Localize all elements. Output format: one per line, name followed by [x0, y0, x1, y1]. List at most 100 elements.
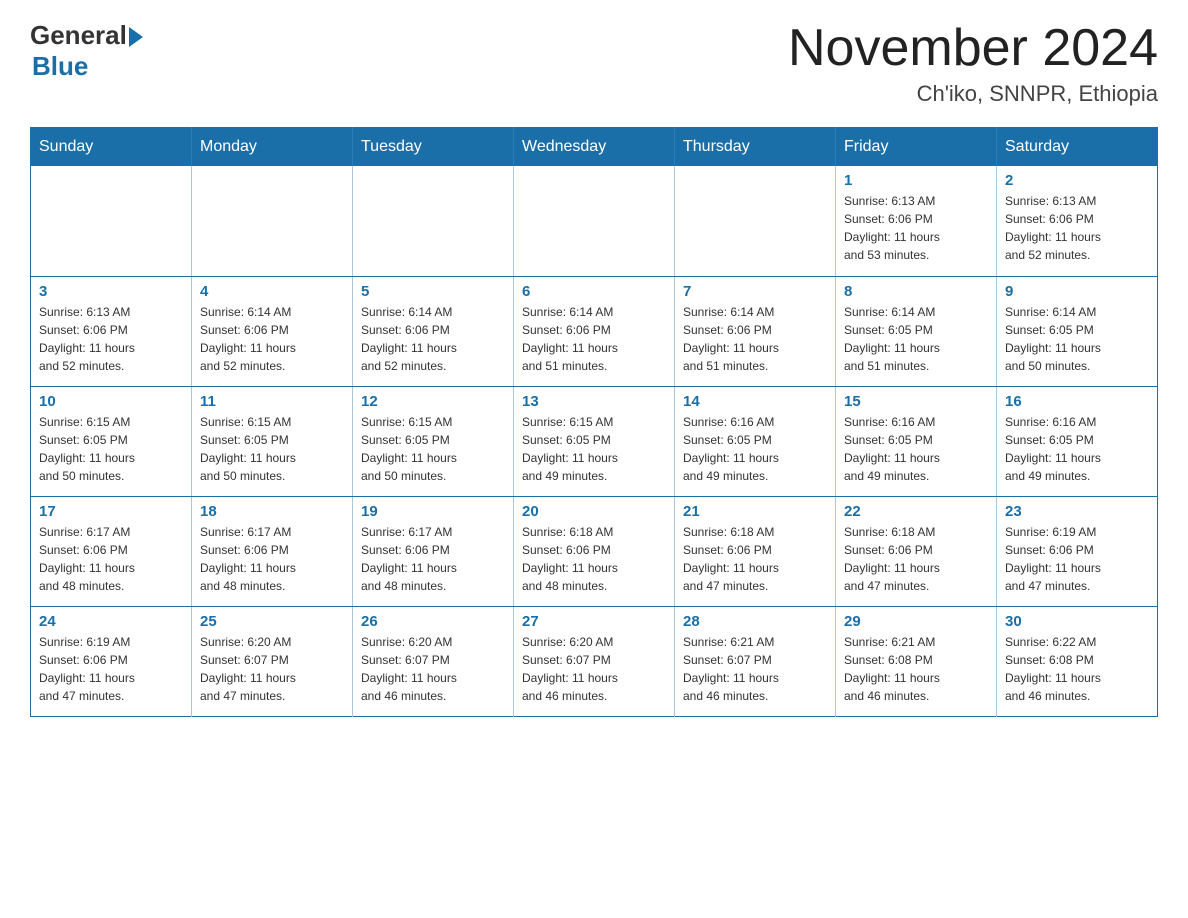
day-number: 24 [39, 613, 183, 630]
day-number: 7 [683, 283, 827, 300]
day-number: 27 [522, 613, 666, 630]
logo-arrow-icon [129, 27, 143, 47]
day-info: Sunrise: 6:21 AMSunset: 6:08 PMDaylight:… [844, 633, 988, 705]
day-number: 4 [200, 283, 344, 300]
table-row: 30 Sunrise: 6:22 AMSunset: 6:08 PMDayligh… [997, 606, 1158, 716]
day-number: 9 [1005, 283, 1149, 300]
day-number: 15 [844, 393, 988, 410]
calendar-subtitle: Ch'iko, SNNPR, Ethiopia [788, 81, 1158, 107]
day-number: 3 [39, 283, 183, 300]
table-row: 1 Sunrise: 6:13 AMSunset: 6:06 PMDaylight… [836, 166, 997, 276]
table-row: 26 Sunrise: 6:20 AMSunset: 6:07 PMDayligh… [353, 606, 514, 716]
table-row: 9 Sunrise: 6:14 AMSunset: 6:05 PMDaylight… [997, 276, 1158, 386]
header-thursday: Thursday [675, 128, 836, 167]
day-number: 30 [1005, 613, 1149, 630]
day-number: 13 [522, 393, 666, 410]
day-number: 6 [522, 283, 666, 300]
table-row: 19 Sunrise: 6:17 AMSunset: 6:06 PMDayligh… [353, 496, 514, 606]
day-info: Sunrise: 6:17 AMSunset: 6:06 PMDaylight:… [39, 523, 183, 595]
calendar-week-row: 24 Sunrise: 6:19 AMSunset: 6:06 PMDayligh… [31, 606, 1158, 716]
table-row: 15Sunrise: 6:16 AMSunset: 6:05 PMDayligh… [836, 386, 997, 496]
day-number: 12 [361, 393, 505, 410]
table-row: 20Sunrise: 6:18 AMSunset: 6:06 PMDayligh… [514, 496, 675, 606]
day-info: Sunrise: 6:20 AMSunset: 6:07 PMDaylight:… [361, 633, 505, 705]
table-row: 27 Sunrise: 6:20 AMSunset: 6:07 PMDayligh… [514, 606, 675, 716]
table-row [192, 166, 353, 276]
day-info: Sunrise: 6:20 AMSunset: 6:07 PMDaylight:… [522, 633, 666, 705]
table-row: 12 Sunrise: 6:15 AMSunset: 6:05 PMDayligh… [353, 386, 514, 496]
calendar-title: November 2024 [788, 20, 1158, 77]
table-row: 24 Sunrise: 6:19 AMSunset: 6:06 PMDayligh… [31, 606, 192, 716]
day-info: Sunrise: 6:22 AMSunset: 6:08 PMDaylight:… [1005, 633, 1149, 705]
logo-blue-text: Blue [32, 51, 88, 82]
table-row: 10 Sunrise: 6:15 AMSunset: 6:05 PMDayligh… [31, 386, 192, 496]
table-row: 16 Sunrise: 6:16 AMSunset: 6:05 PMDayligh… [997, 386, 1158, 496]
calendar-table: Sunday Monday Tuesday Wednesday Thursday… [30, 127, 1158, 717]
table-row: 25 Sunrise: 6:20 AMSunset: 6:07 PMDayligh… [192, 606, 353, 716]
header-tuesday: Tuesday [353, 128, 514, 167]
day-info: Sunrise: 6:18 AMSunset: 6:06 PMDaylight:… [844, 523, 988, 595]
calendar-week-row: 1 Sunrise: 6:13 AMSunset: 6:06 PMDaylight… [31, 166, 1158, 276]
header-saturday: Saturday [997, 128, 1158, 167]
table-row: 29 Sunrise: 6:21 AMSunset: 6:08 PMDayligh… [836, 606, 997, 716]
logo-general-text: General [30, 20, 127, 51]
day-number: 23 [1005, 503, 1149, 520]
calendar-header-row: Sunday Monday Tuesday Wednesday Thursday… [31, 128, 1158, 167]
table-row: 6Sunrise: 6:14 AMSunset: 6:06 PMDaylight… [514, 276, 675, 386]
calendar-week-row: 3Sunrise: 6:13 AMSunset: 6:06 PMDaylight… [31, 276, 1158, 386]
table-row: 17 Sunrise: 6:17 AMSunset: 6:06 PMDayligh… [31, 496, 192, 606]
day-number: 19 [361, 503, 505, 520]
day-info: Sunrise: 6:13 AMSunset: 6:06 PMDaylight:… [844, 192, 988, 264]
day-info: Sunrise: 6:17 AMSunset: 6:06 PMDaylight:… [200, 523, 344, 595]
table-row: 13 Sunrise: 6:15 AMSunset: 6:05 PMDayligh… [514, 386, 675, 496]
day-number: 29 [844, 613, 988, 630]
day-info: Sunrise: 6:14 AMSunset: 6:06 PMDaylight:… [361, 303, 505, 375]
day-info: Sunrise: 6:16 AMSunset: 6:05 PMDaylight:… [683, 413, 827, 485]
day-number: 11 [200, 393, 344, 410]
table-row [353, 166, 514, 276]
day-info: Sunrise: 6:18 AMSunset: 6:06 PMDaylight:… [522, 523, 666, 595]
day-info: Sunrise: 6:19 AMSunset: 6:06 PMDaylight:… [1005, 523, 1149, 595]
table-row [514, 166, 675, 276]
header-monday: Monday [192, 128, 353, 167]
day-number: 2 [1005, 172, 1149, 189]
day-number: 5 [361, 283, 505, 300]
day-info: Sunrise: 6:15 AMSunset: 6:05 PMDaylight:… [361, 413, 505, 485]
table-row: 18Sunrise: 6:17 AMSunset: 6:06 PMDayligh… [192, 496, 353, 606]
day-info: Sunrise: 6:13 AMSunset: 6:06 PMDaylight:… [1005, 192, 1149, 264]
table-row: 4 Sunrise: 6:14 AMSunset: 6:06 PMDaylight… [192, 276, 353, 386]
day-info: Sunrise: 6:19 AMSunset: 6:06 PMDaylight:… [39, 633, 183, 705]
day-number: 28 [683, 613, 827, 630]
day-info: Sunrise: 6:16 AMSunset: 6:05 PMDaylight:… [1005, 413, 1149, 485]
table-row: 21Sunrise: 6:18 AMSunset: 6:06 PMDayligh… [675, 496, 836, 606]
day-number: 26 [361, 613, 505, 630]
day-number: 25 [200, 613, 344, 630]
table-row: 23 Sunrise: 6:19 AMSunset: 6:06 PMDayligh… [997, 496, 1158, 606]
day-info: Sunrise: 6:14 AMSunset: 6:06 PMDaylight:… [200, 303, 344, 375]
day-number: 17 [39, 503, 183, 520]
calendar-week-row: 10 Sunrise: 6:15 AMSunset: 6:05 PMDayligh… [31, 386, 1158, 496]
day-number: 1 [844, 172, 988, 189]
day-info: Sunrise: 6:14 AMSunset: 6:05 PMDaylight:… [1005, 303, 1149, 375]
header-wednesday: Wednesday [514, 128, 675, 167]
logo: General Blue [30, 20, 143, 82]
day-info: Sunrise: 6:15 AMSunset: 6:05 PMDaylight:… [522, 413, 666, 485]
table-row: 2 Sunrise: 6:13 AMSunset: 6:06 PMDaylight… [997, 166, 1158, 276]
day-info: Sunrise: 6:17 AMSunset: 6:06 PMDaylight:… [361, 523, 505, 595]
table-row: 14 Sunrise: 6:16 AMSunset: 6:05 PMDayligh… [675, 386, 836, 496]
day-number: 22 [844, 503, 988, 520]
day-number: 14 [683, 393, 827, 410]
day-info: Sunrise: 6:15 AMSunset: 6:05 PMDaylight:… [200, 413, 344, 485]
header-sunday: Sunday [31, 128, 192, 167]
day-info: Sunrise: 6:14 AMSunset: 6:06 PMDaylight:… [683, 303, 827, 375]
day-info: Sunrise: 6:21 AMSunset: 6:07 PMDaylight:… [683, 633, 827, 705]
header-friday: Friday [836, 128, 997, 167]
table-row: 28 Sunrise: 6:21 AMSunset: 6:07 PMDayligh… [675, 606, 836, 716]
day-info: Sunrise: 6:15 AMSunset: 6:05 PMDaylight:… [39, 413, 183, 485]
day-number: 21 [683, 503, 827, 520]
day-info: Sunrise: 6:20 AMSunset: 6:07 PMDaylight:… [200, 633, 344, 705]
day-number: 16 [1005, 393, 1149, 410]
page-header: General Blue November 2024 Ch'iko, SNNPR… [30, 20, 1158, 107]
table-row: 22 Sunrise: 6:18 AMSunset: 6:06 PMDayligh… [836, 496, 997, 606]
day-number: 10 [39, 393, 183, 410]
